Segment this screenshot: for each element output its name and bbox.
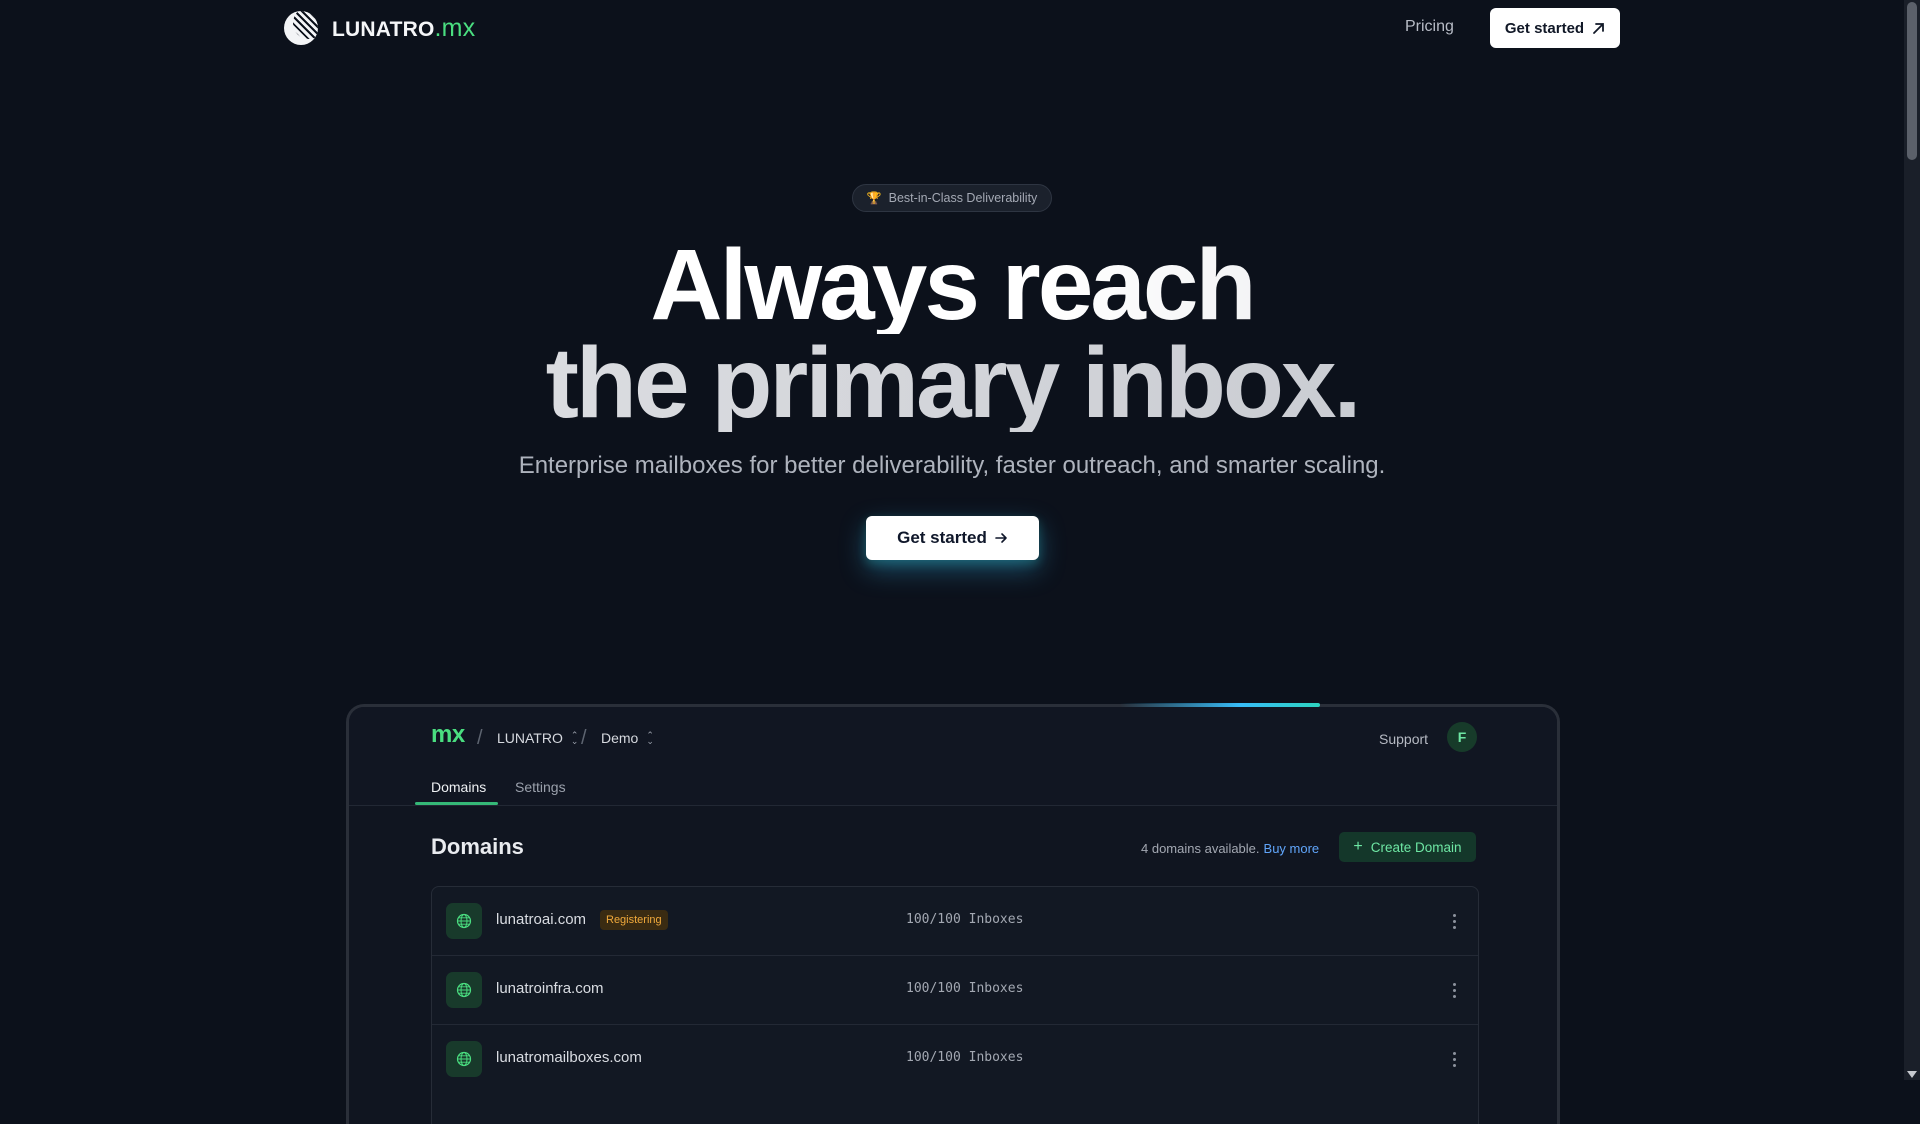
nav-link-pricing[interactable]: Pricing xyxy=(1405,18,1454,36)
top-nav: LUNATRO.mx Pricing Get started xyxy=(0,0,1904,56)
status-badge: Registering xyxy=(600,910,668,930)
page-scrollbar[interactable] xyxy=(1904,0,1920,1080)
inbox-count: 100/100 Inboxes xyxy=(906,912,1024,927)
breadcrumb-org-switcher[interactable]: LUNATRO ⌃ ⌄ xyxy=(497,730,578,746)
inbox-count: 100/100 Inboxes xyxy=(906,981,1024,996)
chevron-up-down-icon: ⌃ ⌄ xyxy=(570,730,579,746)
hero-title-line-2: the primary inbox. xyxy=(0,333,1904,433)
user-avatar[interactable]: F xyxy=(1447,722,1477,752)
deliverability-badge: 🏆 Best-in-Class Deliverability xyxy=(852,184,1052,212)
scrollbar-thumb[interactable] xyxy=(1907,2,1917,160)
frame-highlight xyxy=(1120,703,1320,707)
brand-accent: .mx xyxy=(434,13,476,42)
page-title: Domains xyxy=(431,834,524,859)
domains-table: lunatroai.com Registering 100/100 Inboxe… xyxy=(431,886,1479,1124)
active-tab-indicator xyxy=(415,802,498,805)
table-row[interactable]: lunatroai.com Registering 100/100 Inboxe… xyxy=(432,887,1478,956)
nav-get-started-label: Get started xyxy=(1504,19,1585,37)
globe-icon xyxy=(446,972,482,1008)
dashboard-preview: mx / LUNATRO ⌃ ⌄ / Demo ⌃ ⌄ Support F Doma… xyxy=(346,704,1560,1124)
nav-get-started-button[interactable]: Get started xyxy=(1490,8,1620,48)
domain-availability: 4 domains available. Buy more xyxy=(1141,841,1319,856)
brand-logo[interactable]: LUNATRO.mx xyxy=(284,10,475,46)
table-row[interactable]: lunatroinfra.com 100/100 Inboxes xyxy=(432,956,1478,1025)
hero-title-line-1: Always reach xyxy=(0,235,1904,335)
domain-name[interactable]: lunatroai.com xyxy=(496,911,586,928)
chevron-up-down-icon: ⌃ ⌄ xyxy=(646,730,654,746)
vertical-ellipsis-icon[interactable] xyxy=(1442,972,1466,1008)
vertical-ellipsis-icon[interactable] xyxy=(1442,1041,1466,1077)
hero-title: Always reach the primary inbox. xyxy=(0,235,1904,433)
domain-name[interactable]: lunatromailboxes.com xyxy=(496,1049,642,1066)
inbox-count: 100/100 Inboxes xyxy=(906,1050,1024,1065)
crescent-moon-logo-icon xyxy=(284,11,318,45)
app-logo[interactable]: mx xyxy=(431,721,465,749)
hero-get-started-button[interactable]: Get started xyxy=(866,516,1039,560)
breadcrumb-project-switcher[interactable]: Demo ⌃ ⌄ xyxy=(601,730,654,746)
breadcrumb-org-label: LUNATRO xyxy=(497,730,563,746)
tab-settings[interactable]: Settings xyxy=(515,779,566,795)
arrow-up-right-icon xyxy=(1593,22,1604,34)
domain-name[interactable]: lunatroinfra.com xyxy=(496,980,604,997)
availability-text: 4 domains available. xyxy=(1141,841,1260,856)
trophy-icon: 🏆 xyxy=(866,191,882,205)
create-domain-button[interactable]: + Create Domain xyxy=(1339,832,1476,862)
vertical-ellipsis-icon[interactable] xyxy=(1442,903,1466,939)
create-domain-label: Create Domain xyxy=(1370,839,1462,855)
scroll-down-arrow-icon[interactable] xyxy=(1907,1071,1917,1078)
support-link[interactable]: Support xyxy=(1379,731,1428,747)
globe-icon xyxy=(446,1041,482,1077)
breadcrumb-separator: / xyxy=(477,727,483,749)
brand-name: LUNATRO.mx xyxy=(332,13,476,42)
buy-more-link[interactable]: Buy more xyxy=(1264,841,1320,856)
plus-icon: + xyxy=(1353,838,1363,855)
breadcrumb-project-label: Demo xyxy=(601,730,639,746)
arrow-right-icon xyxy=(995,533,1007,543)
tab-domains[interactable]: Domains xyxy=(431,779,486,795)
table-row[interactable]: lunatromailboxes.com 100/100 Inboxes xyxy=(432,1025,1478,1093)
app-header: mx / LUNATRO ⌃ ⌄ / Demo ⌃ ⌄ Support F Doma… xyxy=(349,707,1557,806)
globe-icon xyxy=(446,903,482,939)
hero-subtitle: Enterprise mailboxes for better delivera… xyxy=(518,452,1386,479)
hero-get-started-label: Get started xyxy=(897,528,987,547)
breadcrumb-separator: / xyxy=(581,727,587,749)
badge-label: Best-in-Class Deliverability xyxy=(888,191,1038,205)
